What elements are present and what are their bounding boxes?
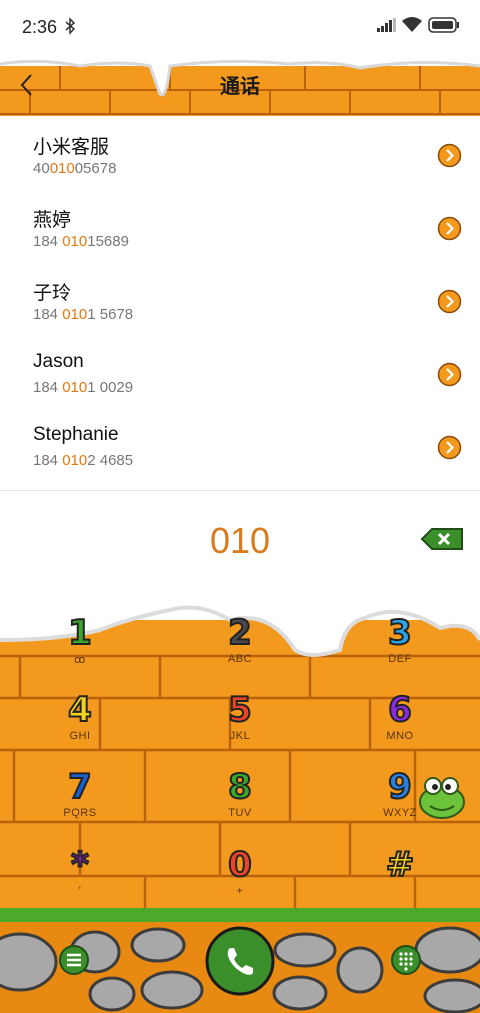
battery-icon: [428, 17, 459, 33]
number-match: 010: [62, 306, 88, 323]
dialed-number: 010: [209, 520, 271, 561]
key-1[interactable]: 1ꝏ: [30, 613, 130, 688]
contact-row[interactable]: Stephanie 184 0102 4685: [0, 414, 480, 487]
key-digit: 8: [227, 767, 253, 807]
key-star[interactable]: * ': [30, 845, 130, 920]
frog-mascot-graphic: [419, 777, 465, 819]
number-prefix: 184: [33, 306, 63, 323]
key-digit: 1: [67, 613, 93, 653]
key-letters: JKL: [229, 730, 251, 742]
divider: [0, 490, 480, 491]
key-digit: 5: [227, 690, 253, 730]
number-suffix: 05678: [74, 160, 117, 177]
contact-detail-arrow-icon[interactable]: [437, 362, 462, 387]
number-suffix: 1 5678: [87, 306, 134, 323]
bluetooth-icon: [65, 17, 76, 35]
key-8[interactable]: 8 TUV: [190, 767, 290, 842]
number-match: 010: [62, 452, 88, 469]
contact-number: 184 0101 0029: [33, 379, 133, 396]
number-prefix: 184: [33, 233, 63, 250]
dialpad-toggle-button[interactable]: [390, 944, 422, 976]
key-letters: ': [78, 885, 82, 897]
contact-number: 184 0101 5678: [33, 306, 133, 323]
contact-list: 小米客服 4001005678 燕婷 184 01015689 子玲 184 0101 5…: [0, 122, 480, 487]
number-prefix: 184: [33, 379, 63, 396]
key-letters: ꝏ: [74, 654, 86, 666]
contact-detail-arrow-icon[interactable]: [437, 143, 462, 168]
key-digit: #: [385, 845, 416, 885]
contact-row[interactable]: 小米客服 4001005678: [0, 122, 480, 195]
key-4[interactable]: 4 GHI: [30, 690, 130, 765]
key-digit: 0: [227, 845, 253, 885]
contact-name: 燕婷: [33, 210, 72, 231]
key-letters: PQRS: [63, 807, 97, 819]
key-5[interactable]: 5 JKL: [190, 690, 290, 765]
number-prefix: 40: [33, 160, 50, 177]
key-0[interactable]: 0 +: [190, 845, 290, 920]
contact-number: 184 0102 4685: [33, 452, 133, 469]
key-letters: +: [236, 885, 244, 897]
key-digit: 4: [67, 690, 93, 730]
number-suffix: 1 0029: [87, 379, 134, 396]
key-digit: 7: [67, 767, 93, 807]
key-6[interactable]: 6 MNO: [350, 690, 450, 765]
key-letters: GHI: [69, 730, 91, 742]
delete-button[interactable]: [420, 527, 464, 551]
contact-name: Stephanie: [33, 424, 119, 445]
menu-button[interactable]: [58, 944, 90, 976]
key-hash[interactable]: #: [350, 845, 450, 920]
number-match: 010: [49, 160, 75, 177]
key-digit: 3: [387, 613, 413, 653]
contact-name: 子玲: [33, 283, 72, 304]
number-prefix: 184: [33, 452, 63, 469]
status-bar: 2:36: [0, 0, 480, 56]
wifi-icon: [402, 17, 422, 32]
contact-detail-arrow-icon[interactable]: [437, 216, 462, 241]
key-digit: *: [70, 845, 90, 885]
status-time: 2:36: [22, 17, 58, 37]
contact-detail-arrow-icon[interactable]: [437, 435, 462, 460]
key-letters: MNO: [386, 730, 414, 742]
number-suffix: 2 4685: [87, 452, 134, 469]
contact-number: 4001005678: [33, 160, 116, 177]
number-suffix: 15689: [87, 233, 129, 250]
contact-name: 小米客服: [33, 137, 110, 158]
signal-icon: [377, 18, 396, 32]
contact-detail-arrow-icon[interactable]: [437, 289, 462, 314]
key-3[interactable]: 3 DEF: [350, 613, 450, 688]
key-7[interactable]: 7 PQRS: [30, 767, 130, 842]
key-digit: 2: [227, 613, 253, 653]
key-letters: TUV: [228, 807, 252, 819]
key-digit: 6: [387, 690, 413, 730]
call-button[interactable]: [205, 926, 275, 996]
number-match: 010: [62, 379, 88, 396]
contact-name: Jason: [33, 351, 84, 372]
header: 通话: [0, 56, 480, 120]
number-match: 010: [62, 233, 88, 250]
page-title: 通话: [220, 76, 260, 98]
contact-row[interactable]: Jason 184 0101 0029: [0, 341, 480, 414]
key-letters: ABC: [227, 653, 253, 665]
key-2[interactable]: 2 ABC: [190, 613, 290, 688]
contact-row[interactable]: 子玲 184 0101 5678: [0, 268, 480, 341]
contact-number: 184 01015689: [33, 233, 129, 250]
key-letters: DEF: [388, 653, 412, 665]
contact-row[interactable]: 燕婷 184 01015689: [0, 195, 480, 268]
